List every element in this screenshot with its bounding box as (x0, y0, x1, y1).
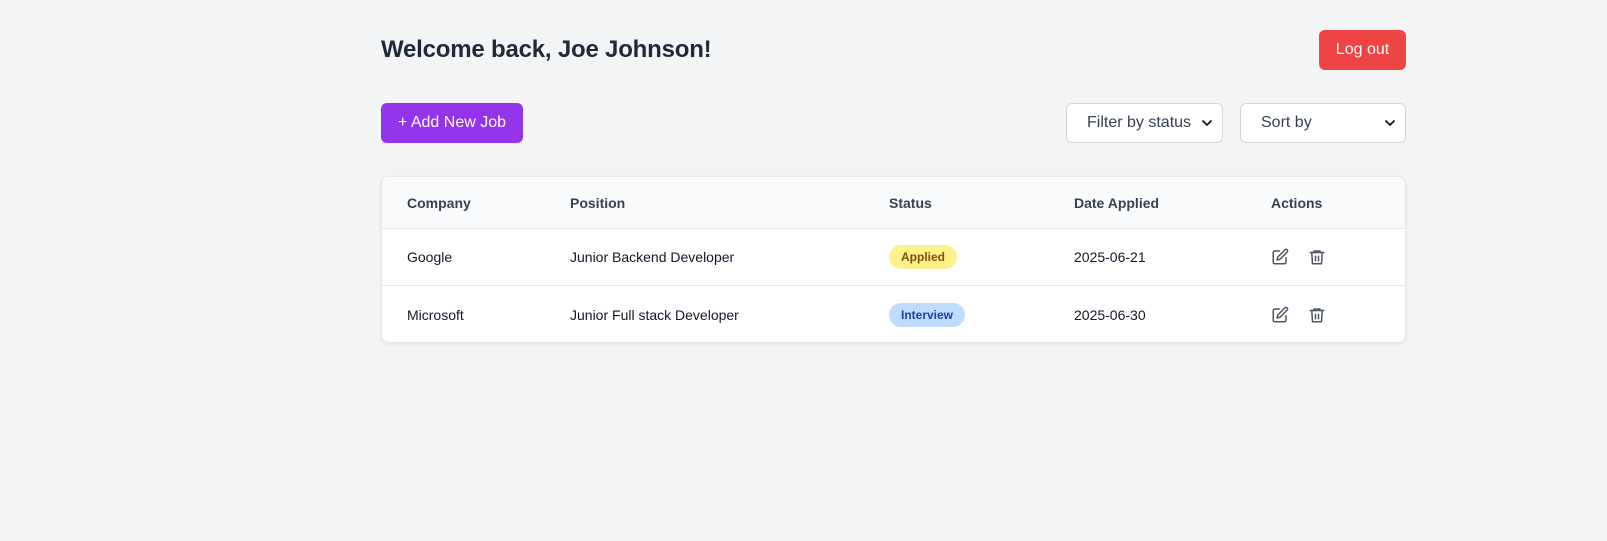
column-header-actions: Actions (1271, 194, 1323, 211)
edit-icon[interactable] (1271, 306, 1289, 324)
date-applied-cell: 2025-06-30 (1074, 306, 1146, 323)
column-header-company: Company (407, 194, 471, 211)
status-cell: Applied (889, 229, 957, 285)
column-header-date-applied: Date Applied (1074, 194, 1160, 211)
logout-button[interactable]: Log out (1319, 30, 1406, 70)
filter-controls: Filter by status Sort by (1066, 103, 1406, 143)
table-row: Microsoft Junior Full stack Developer In… (382, 286, 1405, 342)
company-cell: Microsoft (407, 306, 464, 323)
trash-icon[interactable] (1308, 306, 1326, 324)
actions-cell (1271, 229, 1326, 285)
page-title: Welcome back, Joe Johnson! (381, 36, 712, 63)
company-cell: Google (407, 249, 453, 265)
table-header-row: Company Position Status Date Applied Act… (382, 177, 1405, 229)
status-filter-select[interactable]: Filter by status (1066, 103, 1223, 143)
page-header: Welcome back, Joe Johnson! Log out (381, 30, 1406, 70)
jobs-table: Company Position Status Date Applied Act… (381, 176, 1406, 343)
column-header-position: Position (570, 194, 626, 211)
column-header-status: Status (889, 194, 932, 211)
table-row: Google Junior Backend Developer Applied … (382, 229, 1405, 286)
toolbar: + Add New Job Filter by status Sort by (381, 103, 1406, 143)
chevron-down-icon (1385, 120, 1395, 126)
status-badge: Interview (889, 302, 966, 327)
edit-icon[interactable] (1271, 248, 1289, 266)
position-cell: Junior Full stack Developer (570, 306, 739, 323)
status-cell: Interview (889, 286, 966, 342)
trash-icon[interactable] (1308, 248, 1326, 266)
sort-select[interactable]: Sort by (1240, 103, 1406, 143)
sort-value: Sort by (1261, 114, 1312, 131)
chevron-down-icon (1202, 120, 1212, 126)
status-filter-value: Filter by status (1087, 114, 1192, 131)
status-badge: Applied (889, 245, 957, 269)
position-cell: Junior Backend Developer (570, 249, 735, 265)
actions-cell (1271, 286, 1326, 342)
date-applied-cell: 2025-06-21 (1074, 249, 1146, 265)
add-job-button[interactable]: + Add New Job (381, 103, 523, 143)
